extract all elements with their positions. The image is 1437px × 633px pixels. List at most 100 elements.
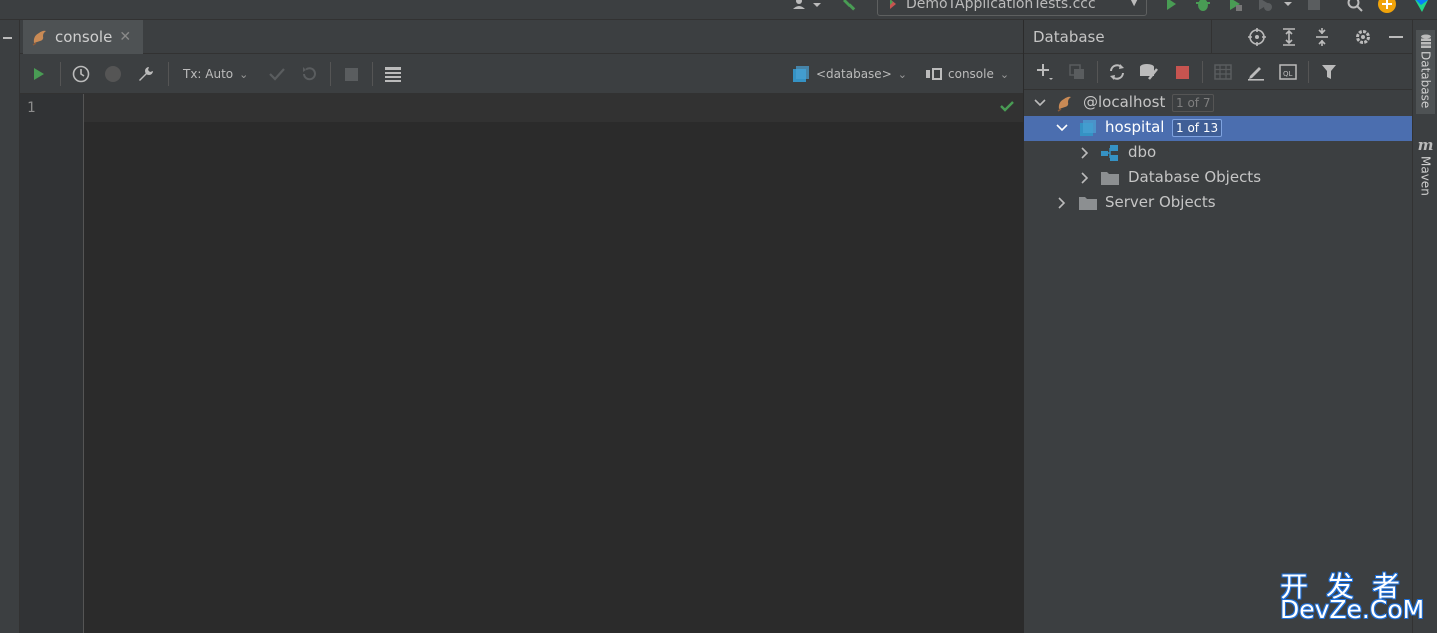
refresh-icon[interactable] <box>1106 61 1128 83</box>
session-label: console <box>948 67 994 81</box>
database-stack-icon <box>1420 34 1431 48</box>
main-toolbar: DemoTApplicationTests.ccc ▼ <box>0 0 1437 20</box>
folder-icon <box>1100 168 1120 188</box>
run-icon[interactable] <box>1160 0 1182 14</box>
editor-tabs: console ✕ <box>20 20 1023 54</box>
tx-mode-label: Tx: Auto <box>183 67 234 81</box>
separator <box>1202 61 1203 83</box>
tab-console[interactable]: console ✕ <box>23 20 143 54</box>
account-icon[interactable] <box>788 0 824 14</box>
stop-icon[interactable] <box>1171 61 1193 83</box>
database-panel-header: Database <box>1024 20 1413 54</box>
chevron-down-icon: ▼ <box>1130 0 1138 8</box>
session-selector[interactable]: console ⌄ <box>926 63 1022 85</box>
tree-node-localhost[interactable]: @localhost 1 of 7 <box>1024 91 1413 116</box>
junit-icon <box>890 0 896 9</box>
tab-label: console <box>55 28 113 46</box>
site-watermark: 开发者 DevZe.CoM <box>1278 565 1428 629</box>
separator <box>1097 61 1098 83</box>
tree-node-database-objects[interactable]: Database Objects <box>1024 166 1413 191</box>
add-plus-icon[interactable] <box>1034 61 1056 83</box>
table-view-icon[interactable] <box>1212 61 1234 83</box>
side-tab-label: Maven <box>1418 156 1433 196</box>
session-icon <box>926 68 942 80</box>
separator <box>330 62 331 86</box>
tree-node-label: Server Objects <box>1105 193 1216 211</box>
separator <box>372 62 373 86</box>
tree-node-server-objects[interactable]: Server Objects <box>1024 191 1413 216</box>
chevron-down-icon: ⌄ <box>999 67 1010 81</box>
run-configuration-label: DemoTApplicationTests.ccc <box>906 0 1096 12</box>
separator <box>1308 61 1309 83</box>
separator <box>1211 20 1212 54</box>
debug-bug-icon[interactable] <box>1192 0 1214 14</box>
edit-pencil-icon[interactable] <box>1245 61 1267 83</box>
build-hammer-icon[interactable] <box>840 0 862 14</box>
execute-icon[interactable] <box>28 63 50 85</box>
sql-editor[interactable]: 1 <box>20 94 1023 633</box>
collapse-all-icon[interactable] <box>1311 26 1333 48</box>
mysql-dolphin-icon <box>1055 93 1075 113</box>
chevron-right-icon[interactable] <box>1079 172 1091 184</box>
separator <box>168 62 169 86</box>
svg-text:QL: QL <box>1283 70 1293 78</box>
tree-node-label: Database Objects <box>1128 168 1262 186</box>
tree-node-dbo[interactable]: dbo <box>1024 141 1413 166</box>
side-tab-database[interactable]: Database <box>1416 30 1435 114</box>
locate-crosshair-icon[interactable] <box>1246 26 1268 48</box>
chevron-down-icon[interactable] <box>1056 122 1068 134</box>
query-console-icon[interactable]: QL <box>1277 61 1299 83</box>
database-tool-window: Database QL @localhost 1 of 7 hospital 1… <box>1023 20 1413 633</box>
no-problems-check-icon <box>999 99 1015 117</box>
maven-icon: m <box>1417 136 1434 154</box>
stop-icon[interactable] <box>1304 0 1324 14</box>
right-tool-strip: Database m Maven <box>1412 20 1437 633</box>
side-tab-label: Database <box>1418 51 1433 109</box>
commit-check-icon[interactable] <box>266 63 288 85</box>
datasource-selector[interactable]: <database> ⌄ <box>792 63 912 85</box>
close-icon[interactable]: ✕ <box>119 29 131 45</box>
database-icon <box>793 66 809 82</box>
count-badge: 1 of 7 <box>1172 94 1215 112</box>
schema-properties-icon[interactable] <box>1138 61 1160 83</box>
run-with-coverage-icon[interactable] <box>1224 0 1246 14</box>
chevron-down-icon: ⌄ <box>897 67 907 81</box>
datasource-label: <database> <box>816 67 892 81</box>
gear-icon[interactable] <box>1352 26 1374 48</box>
transaction-mode-dropdown[interactable]: Tx: Auto ⌄ <box>183 63 253 85</box>
watermark-latin: DevZe.CoM <box>1280 595 1425 624</box>
toolbox-logo-icon[interactable] <box>1410 0 1432 14</box>
tree-node-label: dbo <box>1128 143 1157 161</box>
expand-all-icon[interactable] <box>1278 26 1300 48</box>
search-icon[interactable] <box>1344 0 1366 14</box>
cancel-running-icon[interactable] <box>102 63 124 85</box>
side-tab-maven[interactable]: m Maven <box>1416 136 1435 206</box>
current-line-highlight[interactable] <box>84 94 1023 122</box>
tree-node-label: hospital <box>1105 118 1165 136</box>
mysql-dolphin-icon <box>32 30 46 46</box>
minimize-icon[interactable] <box>3 37 12 39</box>
database-icon <box>1078 118 1098 138</box>
schema-icon <box>1100 143 1120 163</box>
settings-wrench-icon[interactable] <box>135 63 157 85</box>
tree-node-label: @localhost <box>1083 93 1166 111</box>
profile-icon[interactable] <box>1254 0 1298 14</box>
chevron-right-icon[interactable] <box>1079 147 1091 159</box>
duplicate-icon[interactable] <box>1066 61 1088 83</box>
line-gutter: 1 <box>20 94 84 633</box>
rollback-icon[interactable] <box>298 63 320 85</box>
filter-icon[interactable] <box>1318 61 1340 83</box>
stop-icon[interactable] <box>340 63 362 85</box>
count-badge: 1 of 13 <box>1172 119 1223 137</box>
tree-node-hospital[interactable]: hospital 1 of 13 <box>1024 116 1413 141</box>
update-plugin-icon[interactable] <box>1376 0 1398 14</box>
chevron-down-icon[interactable] <box>1034 97 1046 109</box>
history-clock-icon[interactable] <box>70 63 92 85</box>
separator <box>60 62 61 86</box>
chevron-down-icon: ⌄ <box>239 67 249 81</box>
hide-panel-icon[interactable] <box>1385 26 1407 48</box>
left-tool-strip <box>0 20 20 633</box>
output-table-icon[interactable] <box>382 63 404 85</box>
chevron-right-icon[interactable] <box>1056 197 1068 209</box>
run-configuration-selector[interactable]: DemoTApplicationTests.ccc ▼ <box>877 0 1147 16</box>
